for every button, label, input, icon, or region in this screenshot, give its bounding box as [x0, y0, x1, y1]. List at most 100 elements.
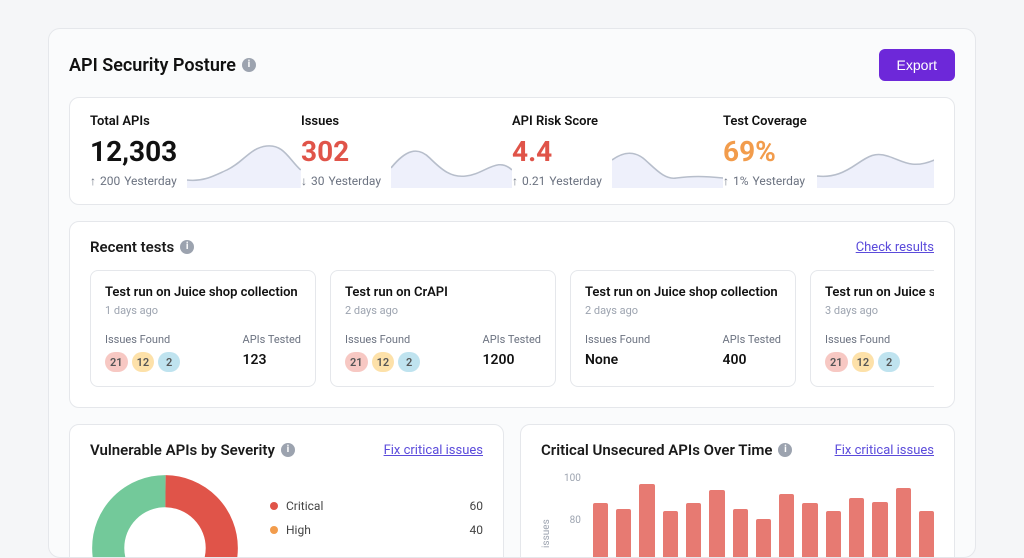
test-title: Test run on Juice shop collection [585, 285, 781, 300]
apis-tested-value: 1200 [483, 352, 541, 368]
metric-delta: ↑ 0.21 Yesterday [512, 174, 602, 188]
apis-tested-label: APIs Tested [723, 333, 781, 346]
fix-critical-link[interactable]: Fix critical issues [835, 443, 934, 458]
bar [756, 519, 771, 558]
donut-chart [90, 473, 240, 558]
dot-icon [270, 526, 278, 534]
bar [663, 511, 678, 558]
test-age: 1 days ago [105, 304, 301, 317]
issues-none: None [585, 352, 650, 368]
severity-chart-card: Vulnerable APIs by Severity i Fix critic… [69, 424, 504, 558]
metric-total-apis: Total APIs 12,303 ↑ 200 Yesterday [90, 114, 301, 188]
pill-info: 2 [158, 352, 180, 372]
test-card[interactable]: Test run on CrAPI 2 days ago Issues Foun… [330, 270, 556, 387]
sparkline-icon [391, 140, 512, 188]
arrow-up-icon: ↑ [90, 174, 96, 188]
metric-label: API Risk Score [512, 114, 602, 129]
test-card[interactable]: Test run on Juice shop collection 2 days… [570, 270, 796, 387]
metrics-row: Total APIs 12,303 ↑ 200 Yesterday Issues [69, 97, 955, 205]
apis-tested-value: 400 [723, 352, 781, 368]
bar [919, 511, 934, 558]
recent-tests-card: Recent tests i Check results Test run on… [69, 221, 955, 408]
test-card[interactable]: Test run on Juice shop collection 1 days… [90, 270, 316, 387]
metric-value: 69% [723, 135, 807, 168]
pill-high: 12 [372, 352, 395, 372]
issues-found-label: Issues Found [825, 333, 900, 346]
metric-value: 302 [301, 135, 381, 168]
bar [616, 509, 631, 558]
metric-label: Issues [301, 114, 381, 129]
test-title: Test run on Juice shop collection [105, 285, 301, 300]
test-title: Test run on CrAPI [345, 285, 541, 300]
issue-pills: 21 12 2 [825, 352, 900, 372]
pill-high: 12 [132, 352, 155, 372]
panel-header: API Security Posture i Export [69, 49, 955, 81]
test-card[interactable]: Test run on Juice shop collection 3 days… [810, 270, 934, 387]
fix-critical-link[interactable]: Fix critical issues [384, 443, 483, 458]
page-title: API Security Posture i [69, 55, 256, 76]
bar [826, 511, 841, 558]
info-icon[interactable]: i [242, 58, 256, 72]
pill-high: 12 [852, 352, 875, 372]
charts-row: Vulnerable APIs by Severity i Fix critic… [69, 424, 955, 558]
pill-critical: 21 [345, 352, 368, 372]
issue-pills: 21 12 2 [345, 352, 420, 372]
test-age: 3 days ago [825, 304, 934, 317]
pill-info: 2 [398, 352, 420, 372]
metric-delta: ↓ 30 Yesterday [301, 174, 381, 188]
recent-tests-title: Recent tests i [90, 238, 194, 256]
bars-area [593, 473, 934, 558]
info-icon[interactable]: i [778, 443, 792, 457]
posture-panel: API Security Posture i Export Total APIs… [48, 28, 976, 558]
check-results-link[interactable]: Check results [856, 240, 934, 255]
legend-row-critical: Critical 60 [270, 499, 483, 513]
bar [802, 503, 817, 558]
metric-risk-score: API Risk Score 4.4 ↑ 0.21 Yesterday [512, 114, 723, 188]
y-axis-ticks: 100 80 60 [564, 473, 581, 558]
severity-legend: Critical 60 High 40 [270, 499, 483, 547]
timeline-chart-card: Critical Unsecured APIs Over Time i Fix … [520, 424, 955, 558]
apis-tested-value: 123 [243, 352, 301, 368]
metric-value: 4.4 [512, 135, 602, 168]
issue-pills: 21 12 2 [105, 352, 180, 372]
export-button[interactable]: Export [879, 49, 955, 81]
test-age: 2 days ago [345, 304, 541, 317]
bar [779, 494, 794, 558]
bar [896, 488, 911, 558]
recent-tests-list: Test run on Juice shop collection 1 days… [90, 270, 934, 387]
bar [733, 509, 748, 558]
arrow-up-icon: ↑ [723, 174, 729, 188]
bar [709, 490, 724, 558]
apis-tested-label: APIs Tested [483, 333, 541, 346]
y-axis-label: issues [541, 508, 552, 548]
info-icon[interactable]: i [281, 443, 295, 457]
metric-issues: Issues 302 ↓ 30 Yesterday [301, 114, 512, 188]
pill-critical: 21 [825, 352, 848, 372]
issues-found-label: Issues Found [585, 333, 650, 346]
page-title-text: API Security Posture [69, 55, 236, 76]
bar [593, 503, 608, 558]
issues-found-label: Issues Found [105, 333, 180, 346]
pill-info: 2 [878, 352, 900, 372]
arrow-down-icon: ↓ [301, 174, 307, 188]
metric-delta: ↑ 1% Yesterday [723, 174, 807, 188]
bar [639, 484, 654, 558]
legend-row-high: High 40 [270, 523, 483, 537]
metric-delta: ↑ 200 Yesterday [90, 174, 177, 188]
pill-critical: 21 [105, 352, 128, 372]
metric-label: Test Coverage [723, 114, 807, 129]
metric-value: 12,303 [90, 135, 177, 168]
metric-test-coverage: Test Coverage 69% ↑ 1% Yesterday [723, 114, 934, 188]
dot-icon [270, 502, 278, 510]
bar-chart: issues 100 80 60 [541, 473, 934, 558]
metric-label: Total APIs [90, 114, 177, 129]
sparkline-icon [817, 140, 934, 188]
bar [872, 502, 887, 558]
arrow-up-icon: ↑ [512, 174, 518, 188]
severity-chart-title: Vulnerable APIs by Severity i [90, 441, 295, 459]
sparkline-icon [612, 140, 723, 188]
test-title: Test run on Juice shop collection [825, 285, 934, 300]
test-age: 2 days ago [585, 304, 781, 317]
bar [686, 503, 701, 558]
info-icon[interactable]: i [180, 240, 194, 254]
